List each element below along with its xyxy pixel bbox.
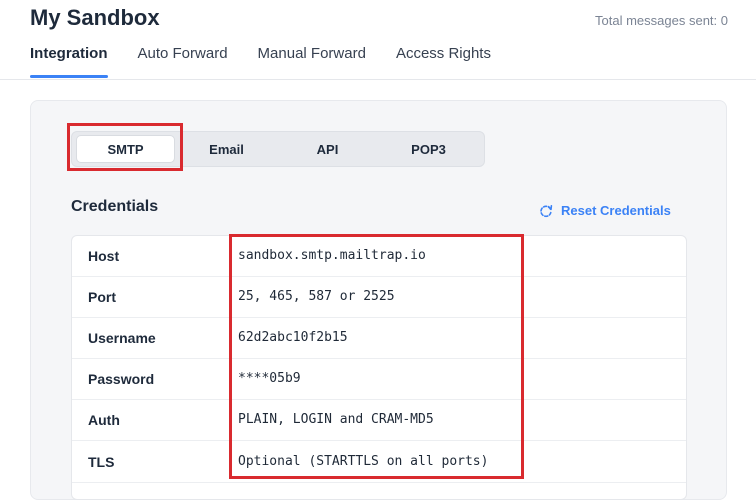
tab-auto-forward[interactable]: Auto Forward [138, 40, 228, 78]
reset-credentials-label: Reset Credentials [561, 203, 671, 218]
credential-label: Port [88, 289, 116, 305]
credential-row-username: Username 62d2abc10f2b15 [72, 318, 686, 359]
credential-row-tls: TLS Optional (STARTTLS on all ports) [72, 442, 686, 483]
credential-value[interactable]: ****05b9 [238, 371, 301, 387]
header-divider [0, 79, 756, 80]
credential-row-port: Port 25, 465, 587 or 2525 [72, 277, 686, 318]
reset-credentials-button[interactable]: Reset Credentials [539, 203, 671, 219]
credential-value[interactable]: Optional (STARTTLS on all ports) [238, 454, 488, 470]
credential-row-password: Password ****05b9 [72, 359, 686, 400]
credential-value[interactable]: 62d2abc10f2b15 [238, 330, 348, 346]
tab-access-rights[interactable]: Access Rights [396, 40, 491, 78]
credential-value[interactable]: PLAIN, LOGIN and CRAM-MD5 [238, 412, 434, 428]
credential-row-auth: Auth PLAIN, LOGIN and CRAM-MD5 [72, 400, 686, 441]
credential-value[interactable]: 25, 465, 587 or 2525 [238, 289, 395, 305]
main-tabs: Integration Auto Forward Manual Forward … [30, 40, 521, 78]
credentials-table: Host sandbox.smtp.mailtrap.io Port 25, 4… [71, 235, 687, 500]
credential-label: Password [88, 371, 155, 387]
integration-panel: SMTP Email API POP3 Credentials Reset Cr… [30, 100, 727, 500]
credentials-heading: Credentials [71, 198, 159, 215]
protocol-option-smtp[interactable]: SMTP [76, 135, 176, 163]
protocol-option-email[interactable]: Email [177, 135, 276, 163]
refresh-icon [540, 205, 553, 218]
total-messages-counter: Total messages sent: 0 [595, 13, 728, 28]
credential-label: Username [88, 330, 156, 346]
credential-label: Auth [88, 412, 120, 428]
credential-label: TLS [88, 454, 115, 470]
page-title: My Sandbox [30, 5, 160, 30]
credential-label: Host [88, 248, 120, 264]
credential-value[interactable]: sandbox.smtp.mailtrap.io [238, 248, 426, 264]
protocol-switch: SMTP Email API POP3 [71, 131, 485, 167]
protocol-option-api[interactable]: API [278, 135, 377, 163]
tab-manual-forward[interactable]: Manual Forward [258, 40, 366, 78]
credential-row-host: Host sandbox.smtp.mailtrap.io [72, 236, 686, 277]
tab-integration[interactable]: Integration [30, 40, 108, 78]
protocol-option-pop3[interactable]: POP3 [379, 135, 478, 163]
